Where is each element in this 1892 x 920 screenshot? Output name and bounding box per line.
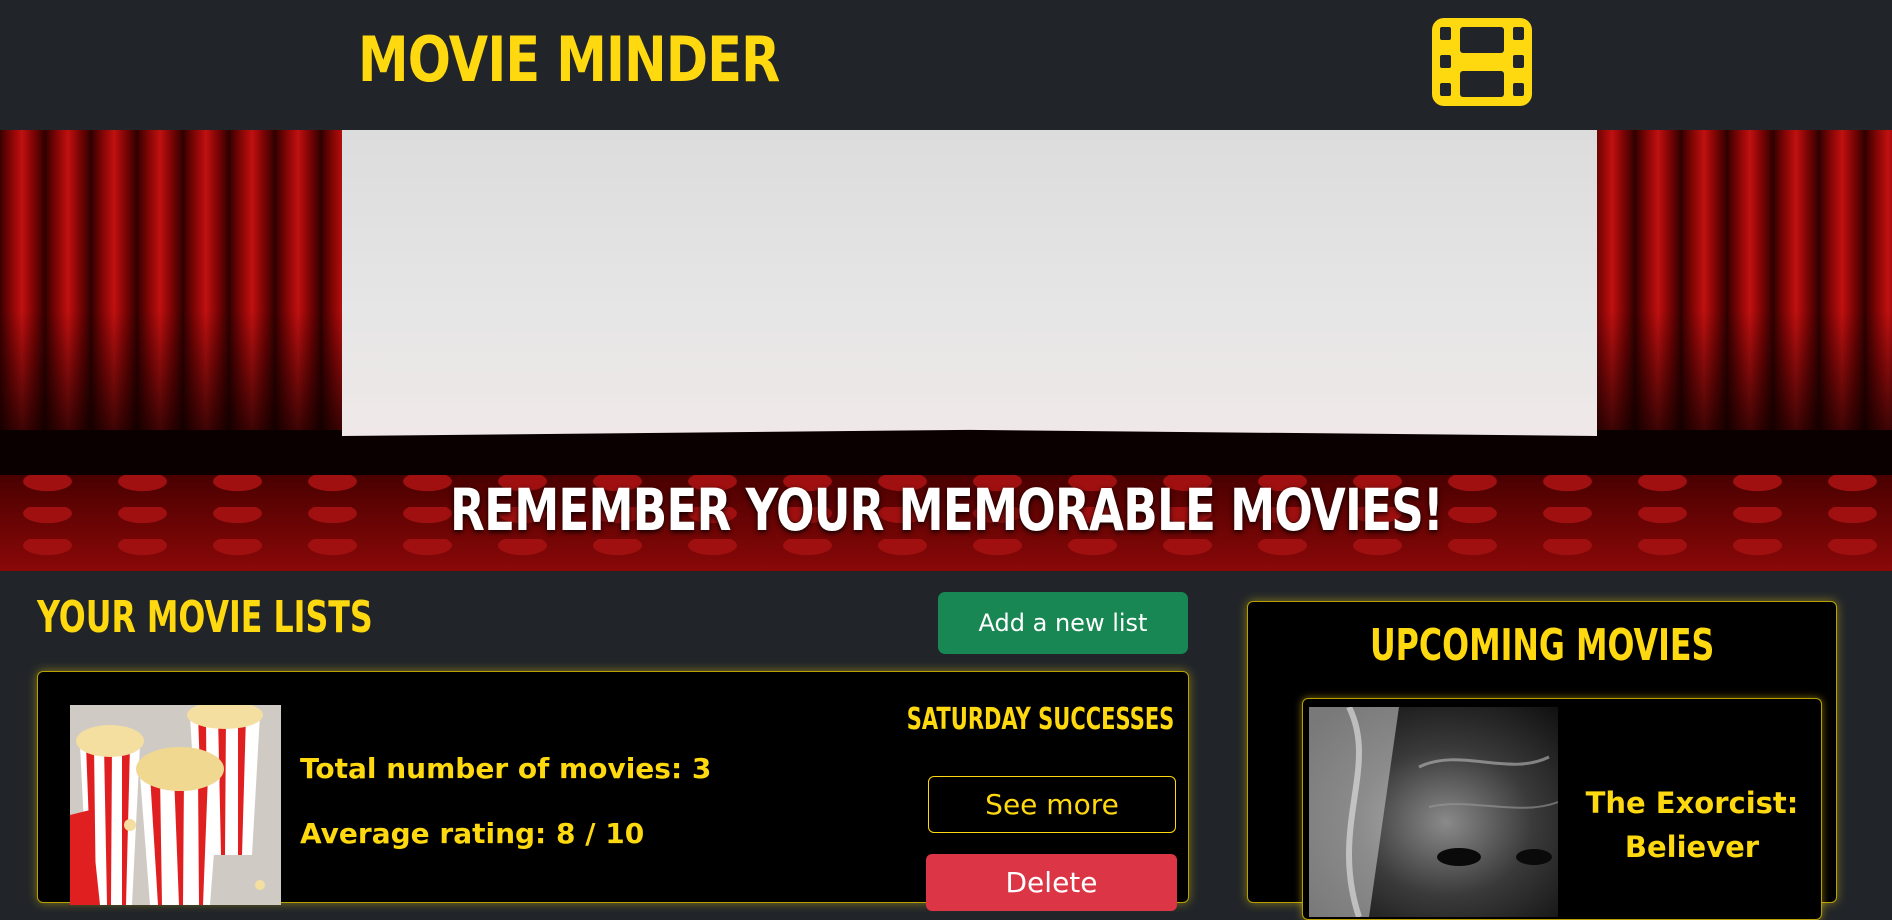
- add-list-button[interactable]: Add a new list: [938, 592, 1188, 654]
- movie-poster: [1309, 707, 1558, 917]
- average-rating: Average rating: 8 / 10: [300, 817, 645, 850]
- movie-title[interactable]: The Exorcist: Believer: [1573, 781, 1811, 869]
- popcorn-image: [70, 705, 281, 905]
- site-header: MOVIE MINDER: [0, 0, 1892, 130]
- upcoming-movie-card[interactable]: The Exorcist: Believer: [1302, 698, 1822, 920]
- upcoming-movies-panel: UPCOMING MOVIES The Exorcist: Believer: [1247, 601, 1837, 920]
- hero-tagline: REMEMBER YOUR MEMORABLE MOVIES!: [449, 476, 1444, 544]
- delete-list-button[interactable]: Delete: [926, 854, 1177, 911]
- brand-title[interactable]: MOVIE MINDER: [358, 18, 780, 102]
- movie-list-card: Total number of movies: 3 Average rating…: [37, 671, 1189, 911]
- hero-banner: REMEMBER YOUR MEMORABLE MOVIES!: [0, 130, 1892, 571]
- upcoming-heading: UPCOMING MOVIES: [1369, 620, 1715, 671]
- lists-heading: YOUR MOVIE LISTS: [37, 592, 373, 643]
- list-name: SATURDAY SUCCESSES: [906, 702, 1174, 737]
- film-icon: [1432, 18, 1532, 106]
- cinema-screen: [342, 130, 1597, 436]
- total-movies: Total number of movies: 3: [300, 752, 712, 785]
- see-more-button[interactable]: See more: [928, 776, 1176, 833]
